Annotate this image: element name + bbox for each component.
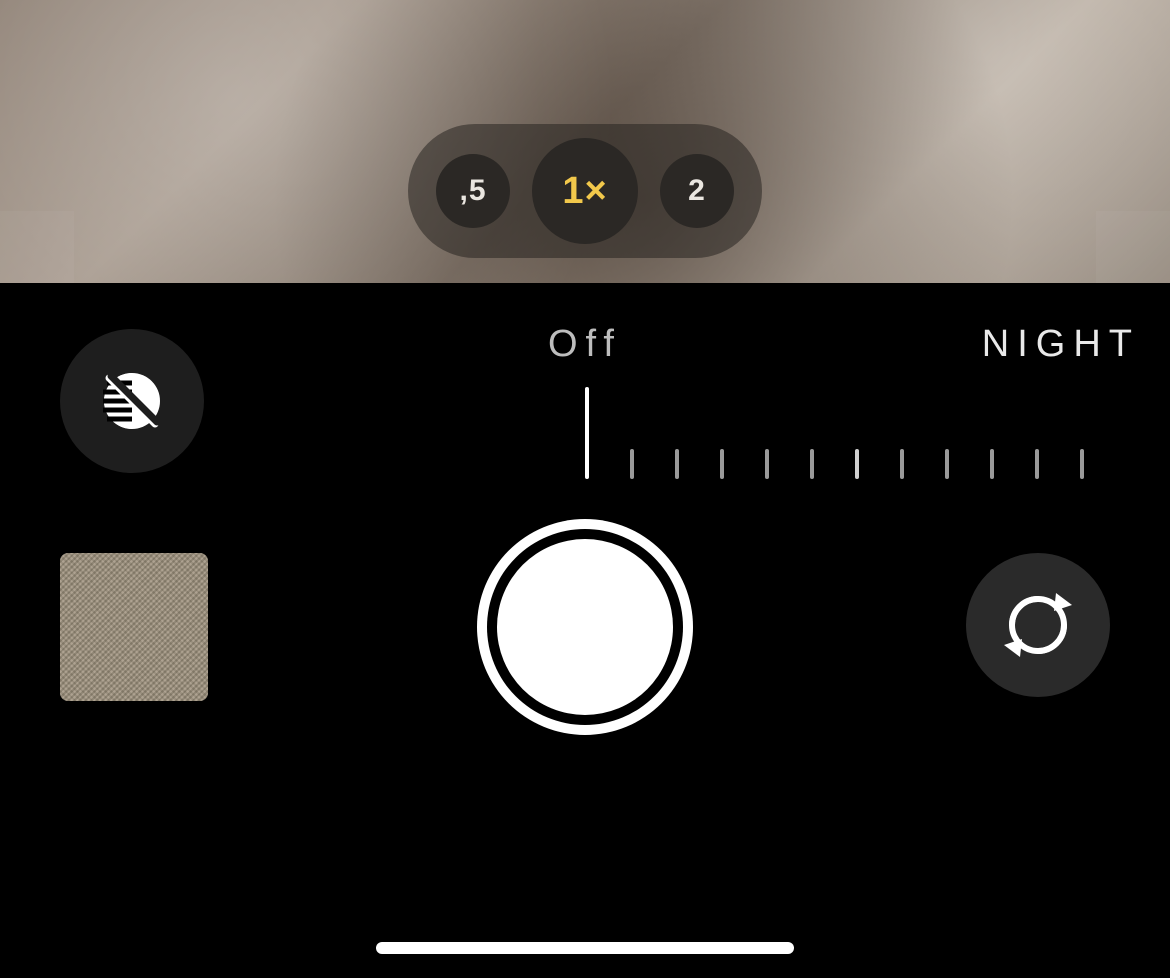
dial-tick xyxy=(720,449,724,479)
flip-camera-icon xyxy=(998,585,1078,665)
filters-off-icon xyxy=(97,366,167,436)
dial-tick xyxy=(1035,449,1039,479)
dial-tick xyxy=(990,449,994,479)
night-mode-state: Off xyxy=(548,323,622,366)
dial-tick xyxy=(945,449,949,479)
dial-tick xyxy=(810,449,814,479)
night-mode-label: NIGHT xyxy=(982,323,1140,366)
focus-frame-left xyxy=(0,211,74,283)
dial-tick xyxy=(900,449,904,479)
dial-tick xyxy=(855,449,859,479)
shutter-button[interactable] xyxy=(477,519,693,735)
night-mode-dial[interactable] xyxy=(585,383,1170,479)
flip-camera-button[interactable] xyxy=(966,553,1110,697)
zoom-option-label: 1× xyxy=(562,170,607,213)
home-indicator[interactable] xyxy=(376,942,794,954)
dial-tick xyxy=(675,449,679,479)
zoom-option-label: ,5 xyxy=(459,174,486,208)
dial-tick-current xyxy=(585,387,589,479)
zoom-option-ultrawide[interactable]: ,5 xyxy=(436,154,510,228)
last-photo-thumbnail[interactable] xyxy=(60,553,208,701)
camera-controls: Off NIGHT xyxy=(0,283,1170,978)
filters-button[interactable] xyxy=(60,329,204,473)
dial-tick xyxy=(1080,449,1084,479)
dial-tick xyxy=(630,449,634,479)
zoom-selector: ,5 1× 2 xyxy=(408,124,762,258)
zoom-option-tele[interactable]: 2 xyxy=(660,154,734,228)
focus-frame-right xyxy=(1096,211,1170,283)
dial-tick xyxy=(765,449,769,479)
zoom-option-label: 2 xyxy=(688,174,706,208)
zoom-option-wide[interactable]: 1× xyxy=(532,138,638,244)
